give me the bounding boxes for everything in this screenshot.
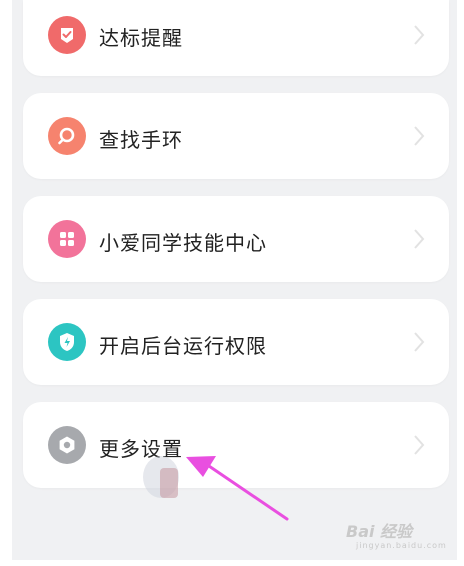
watermark-logo-text: Bai 经验 bbox=[346, 522, 413, 541]
watermark-url: jingyan.baidu.com bbox=[356, 541, 447, 550]
annotation-arrow-icon bbox=[186, 456, 289, 521]
baidu-jingyan-watermark: Bai 经验 jingyan.baidu.com bbox=[346, 510, 446, 556]
